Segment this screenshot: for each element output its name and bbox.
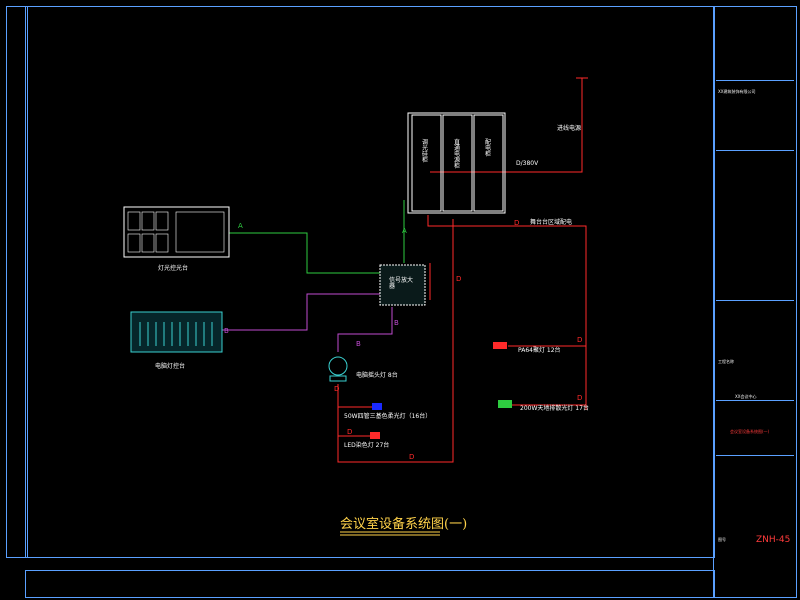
computer-console-label: 电脑灯控台 [155, 363, 186, 370]
wire-b-label-3: B [356, 340, 361, 348]
par-light-icon [372, 403, 382, 410]
wire-d-label-2: D [514, 219, 520, 227]
cabinet-3-label: 配电柜 [485, 139, 492, 158]
wiring-diagram [123, 77, 588, 536]
drawing-number: ZNH-45 [756, 535, 791, 545]
led-dye-icon [370, 432, 380, 439]
wire-d-label-6: D [347, 428, 353, 436]
wire-d-label-4: D [577, 394, 583, 402]
tb-drawing-no-label: 图号 [718, 537, 726, 542]
wire-a-label: A [238, 222, 243, 230]
computer-console-box [130, 311, 223, 353]
moving-head-icon [328, 356, 348, 376]
pa-light-label: PA64聚灯 12台 [518, 347, 561, 354]
wire-d-label-5: D [334, 385, 340, 393]
flood-light-icon [498, 400, 512, 408]
wire-d-label-7: D [409, 453, 415, 461]
pa-light-icon [493, 342, 507, 349]
wire-b-label-2: B [394, 319, 399, 327]
zone-label: 舞台台区域配电 [530, 219, 573, 226]
moving-head-label: 电脑摇头灯 8台 [356, 372, 398, 379]
amplifier-label: 信号放大器 [389, 277, 414, 290]
wire-b-label: B [224, 327, 229, 335]
tb-divider-2 [716, 150, 794, 151]
led-dye-label: LED染色灯 27台 [344, 442, 390, 449]
wire-a-label-2: A [402, 227, 407, 235]
power-line-label: 进线电源 [557, 125, 582, 132]
wire-d-label-3: D [577, 336, 583, 344]
tb-project-label: 工程名称 [718, 359, 734, 364]
channel-label: D/380V [516, 160, 539, 167]
tb-divider-3 [716, 300, 794, 301]
lighting-console-label: 灯光控光台 [158, 265, 189, 272]
par-light-label: 50W四管三基色柔光灯（16台） [344, 413, 432, 420]
tb-company: XX建筑装饰有限公司 [718, 89, 756, 94]
wire-d-label-1: D [456, 275, 462, 283]
cabinet-2-label: 直通电源柜 [454, 139, 461, 170]
tb-drawing-name: 会议室设备系统图(一) [730, 429, 770, 434]
cabinet-3 [473, 114, 504, 212]
flood-light-label: 200W天地排散光灯 17台 [520, 405, 589, 412]
tb-project-name: XX会议中心 [735, 394, 757, 399]
tb-divider-1 [716, 80, 794, 81]
drawing-title: 会议室设备系统图(一) [340, 517, 468, 532]
tb-divider-4 [716, 400, 794, 401]
wire-b [222, 293, 380, 331]
cabinet-1-label: 调光硅柜 [422, 139, 429, 164]
wire-b-down [337, 307, 393, 352]
wire-a [229, 232, 380, 274]
wire-d-zone [427, 215, 587, 410]
tb-divider-5 [716, 455, 794, 456]
